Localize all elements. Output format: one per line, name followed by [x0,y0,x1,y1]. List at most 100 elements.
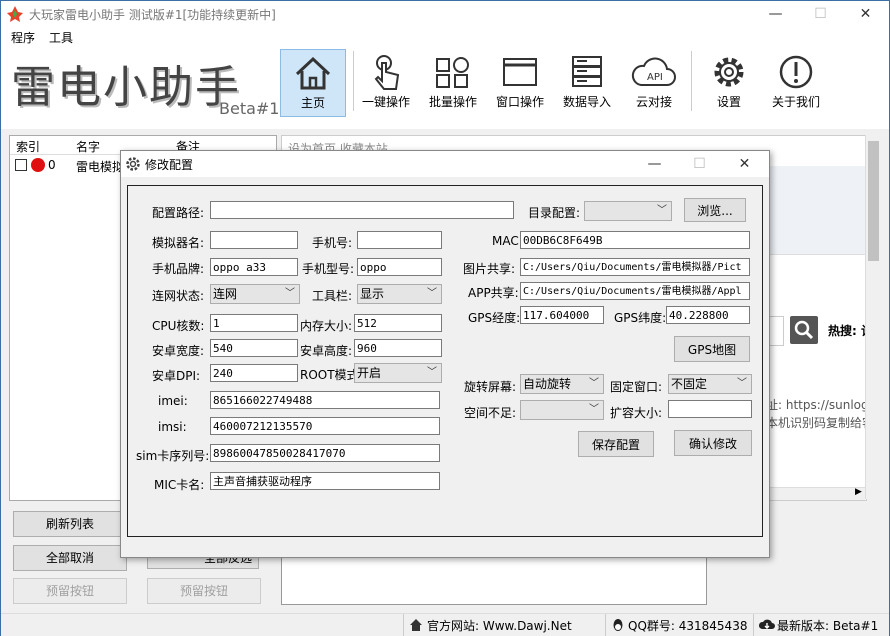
tool-batch-label: 批量操作 [428,95,477,109]
chevron-down-icon: ﹀ [589,378,599,389]
tool-home-button[interactable]: 主页 [280,49,346,117]
menu-tools[interactable]: 工具 [49,29,73,46]
dialog-maximize-button[interactable]: ☐ [677,151,722,177]
imsi-input[interactable]: 460007212135570 [210,417,440,435]
chevron-down-icon: ﹀ [737,378,747,389]
deselect-all-button[interactable]: 全部取消 [13,545,127,571]
reserved-button-1[interactable]: 预留按钮 [13,578,127,604]
model-input[interactable]: oppo [357,258,442,276]
dialog-minimize-button[interactable]: — [632,151,677,177]
reserved-button-2[interactable]: 预留按钮 [147,578,261,604]
tool-batch-button[interactable]: 批量操作 [421,49,485,115]
phone-label: 手机号: [312,236,353,250]
toolbar-select[interactable]: 显示 ﹀ [357,284,442,304]
mem-input[interactable]: 512 [354,314,442,332]
dpi-label: 安卓DPI: [152,369,201,383]
app-icon [7,6,23,22]
status-separator [753,614,754,636]
brand-input[interactable]: oppo a33 [210,258,298,276]
toolbar-label: 工具栏: [312,289,353,303]
mac-input[interactable]: 00DB6C8F649B [520,231,750,249]
sim-serial-input[interactable]: 89860047850028417070 [210,444,440,462]
space-label: 空间不足: [464,406,517,420]
window-icon [503,58,537,86]
web-search-button[interactable] [790,316,818,344]
minimize-button[interactable]: — [753,1,798,27]
tool-settings-button[interactable]: 设置 [697,49,761,115]
scroll-right-arrow-icon[interactable]: ▶ [855,487,862,497]
cpu-input[interactable]: 1 [210,314,298,332]
dir-config-select[interactable]: ﹀ [584,201,672,221]
cloud-download-icon [759,619,775,629]
row-name: 雷电模拟 [76,160,125,174]
fixed-window-select[interactable]: 不固定 ﹀ [668,374,752,394]
gps-map-button[interactable]: GPS地图 [674,336,750,362]
status-qq-group[interactable]: QQ群号: 431845438 [628,617,747,634]
confirm-modify-button[interactable]: 确认修改 [674,430,752,456]
save-config-button[interactable]: 保存配置 [578,431,654,457]
dir-config-label: 目录配置: [528,206,581,220]
dpi-input[interactable]: 240 [210,364,298,382]
net-status-label: 连网状态: [152,289,205,303]
brand-label: 手机品牌: [152,262,205,276]
menu-program[interactable]: 程序 [11,29,35,46]
chevron-down-icon: ﹀ [589,404,599,415]
net-status-select[interactable]: 连网 ﹀ [210,284,300,304]
toolbar-separator [691,51,692,111]
app-logo: 雷电小助手 [11,62,241,113]
status-separator [605,614,606,636]
phone-input[interactable] [357,231,442,249]
gps-lat-input[interactable]: 40.228800 [666,306,750,324]
close-button[interactable]: ✕ [843,1,888,27]
config-path-input[interactable] [210,201,514,219]
chevron-down-icon: ﹀ [427,288,437,299]
tool-window-button[interactable]: 窗口操作 [488,49,552,115]
tool-cloud-button[interactable]: API 云对接 [622,49,686,115]
app-version-label: Beta#1 [219,99,280,118]
cpu-label: CPU核数: [152,319,205,333]
server-icon [572,56,602,87]
maximize-button[interactable]: ☐ [798,1,843,27]
browse-button[interactable]: 浏览... [684,198,746,222]
root-select[interactable]: 开启 ﹀ [354,363,442,383]
chevron-down-icon: ﹀ [285,288,295,299]
app-share-input[interactable]: C:/Users/Qiu/Documents/雷电模拟器/Appl [520,282,750,300]
status-website[interactable]: 官方网站: Www.Dawj.Net [427,617,572,634]
space-select[interactable]: ﹀ [520,400,604,420]
expand-size-input[interactable] [668,400,752,418]
pic-share-input[interactable]: C:/Users/Qiu/Documents/雷电模拟器/Pict [520,258,750,276]
gear-icon [714,57,744,87]
tool-oneclick-label: 一键操作 [361,95,410,109]
rotate-select[interactable]: 自动旋转 ﹀ [520,374,604,394]
tool-import-button[interactable]: 数据导入 [555,49,619,115]
dialog-title-bar: 修改配置 — ☐ ✕ [121,151,769,177]
mic-card-input[interactable]: 主声音捕获驱动程序 [210,472,440,490]
tool-cloud-label: 云对接 [635,95,672,109]
height-input[interactable]: 960 [354,339,442,357]
gps-lon-input[interactable]: 117.604000 [520,306,604,324]
svg-text:API: API [647,72,663,83]
search-icon [794,320,814,340]
tool-about-button[interactable]: 关于我们 [764,49,828,115]
status-dot-icon [31,158,45,172]
refresh-list-button[interactable]: 刷新列表 [13,511,127,537]
dialog-close-button[interactable]: ✕ [722,151,767,177]
status-separator [403,614,404,636]
imei-input[interactable]: 865166022749488 [210,391,440,409]
home-icon [295,56,331,90]
emu-name-label: 模拟器名: [152,236,205,250]
qq-icon [613,619,623,631]
emu-name-input[interactable] [210,231,298,249]
row-checkbox[interactable] [15,159,27,171]
tool-settings-label: 设置 [716,95,741,109]
tool-oneclick-button[interactable]: 一键操作 [354,49,418,115]
chevron-down-icon: ﹀ [657,205,667,216]
sim-serial-label: sim卡序列号: [136,449,210,463]
vertical-scrollbar[interactable] [865,135,882,499]
scrollbar-thumb[interactable] [868,141,879,261]
config-dialog: 修改配置 — ☐ ✕ 配置路径: 目录配置: ﹀ 浏览... 模拟器名: 手机号… [120,150,770,558]
tap-icon [374,55,400,90]
width-input[interactable]: 540 [210,339,298,357]
imei-label: imei: [158,394,188,408]
app-share-label: APP共享: [468,286,519,300]
